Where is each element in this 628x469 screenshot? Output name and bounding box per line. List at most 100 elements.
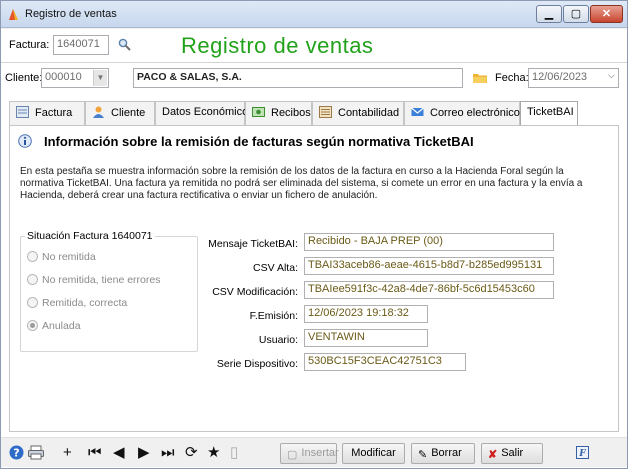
info-description: En esta pestaña se muestra información s… [20,166,583,201]
maximize-icon: ▢ [570,8,582,20]
radio-circle [27,297,38,308]
function-key-icon[interactable]: F [576,446,589,459]
csv-alta-field[interactable]: TBAI33aceb86-aeae-4615-b8d7-b285ed995131 [304,257,554,275]
tab-label: Correo electrónico [430,107,520,119]
tab-label: Recibos [271,107,311,119]
app-logo-icon [9,9,18,20]
svg-text:?: ? [13,447,19,460]
chevron-down-icon[interactable]: ⌵ [608,70,615,81]
factura-input[interactable]: 1640071 [53,35,109,55]
csv-modificacion-label: CSV Modificación: [212,286,298,298]
document-icon: ▢ [287,449,298,461]
modificar-label: Modificar [351,447,396,459]
folder-icon[interactable] [473,72,487,84]
chevron-down-icon[interactable]: ▼ [93,70,107,86]
tab-contabilidad[interactable]: Contabilidad [312,101,404,125]
eraser-icon: ✎ [418,449,428,461]
info-icon [18,134,32,148]
tab-cliente[interactable]: Cliente [85,101,155,125]
salir-label: Salir [501,447,524,459]
cliente-label: Cliente: [5,72,43,84]
bookmark-icon[interactable]: ▯ [230,445,238,461]
csv-modificacion-field[interactable]: TBAIee591f3c-42a8-4de7-86bf-5c6d15453c60 [304,281,554,299]
next-record-icon[interactable]: ▶ [138,445,150,461]
search-icon[interactable] [118,38,131,51]
favorite-star-icon[interactable]: ★ [207,445,220,461]
radio-remitida-correcta[interactable]: Remitida, correcta [27,297,127,309]
receipt-icon [252,107,265,117]
mensaje-field[interactable]: Recibido - BAJA PREP (00) [304,233,554,251]
situacion-group: Situación Factura 1640071 No remitida No… [20,230,198,352]
ticketbai-panel: Información sobre la remisión de factura… [9,125,619,432]
invoice-icon [16,106,29,118]
mensaje-label: Mensaje TicketBAI: [208,238,298,250]
borrar-label: Borrar [431,447,462,459]
radio-no-remitida[interactable]: No remitida [27,251,96,263]
maximize-button[interactable]: ▢ [563,5,589,23]
tab-correo-electronico[interactable]: Correo electrónico [404,101,520,125]
cliente-code-value: 000010 [45,71,82,83]
cliente-code-select[interactable]: 000010 ▼ [41,68,109,88]
info-heading: Información sobre la remisión de factura… [18,134,474,149]
serie-dispositivo-label: Serie Dispositivo: [216,358,298,370]
radio-label: No remitida [42,251,96,263]
radio-label: Anulada [42,320,81,332]
refresh-icon[interactable]: ⟳ [185,445,198,461]
borrar-button[interactable]: ✎ Borrar [411,443,475,464]
app-window: Registro de ventas ▁ ▢ ✕ Factura: 164007… [0,0,628,469]
help-icon[interactable]: ? [9,445,24,460]
modificar-button[interactable]: Modificar [342,443,405,464]
exit-x-icon: ✘ [488,449,498,461]
csv-alta-label: CSV Alta: [253,262,298,274]
tab-label: TicketBAI [527,106,574,118]
ledger-icon [319,106,332,118]
tab-ticketbai[interactable]: TicketBAI [520,101,578,126]
tab-label: Contabilidad [338,107,400,119]
radio-no-remitida-errores[interactable]: No remitida, tiene errores [27,274,160,286]
first-record-icon[interactable]: ⏮ [88,445,102,461]
fecha-value: 12/06/2023 [532,71,588,83]
situacion-legend: Situación Factura 1640071 [25,230,155,242]
radio-label: No remitida, tiene errores [42,274,161,286]
serie-dispositivo-field[interactable]: 530BC15F3CEAC42751C3 [304,353,466,371]
tab-datos-economicos[interactable]: Datos Económicos [155,101,254,125]
page-title: Registro de ventas [181,33,374,58]
factura-label: Factura: [9,39,50,51]
window-title: Registro de ventas [25,8,117,20]
tab-label: Datos Económicos [162,106,254,118]
tab-recibos[interactable]: Recibos [245,101,312,125]
f-emision-field[interactable]: 12/06/2023 19:18:32 [304,305,428,323]
minimize-icon: ▁ [544,8,554,20]
bottom-toolbar: ? + ⏮ ◀ ▶ ⏭ ⟳ ★ ▯ ▢ Insertar Modificar ✎ B… [1,437,627,467]
close-button[interactable]: ✕ [590,5,623,23]
previous-record-icon[interactable]: ◀ [113,445,125,461]
main-content: Factura: 1640071 Registro de ventas Clie… [1,29,627,468]
print-icon[interactable] [28,445,44,460]
salir-button[interactable]: ✘ Salir [481,443,543,464]
title-bar[interactable]: Registro de ventas ▁ ▢ ✕ [1,1,627,28]
usuario-field[interactable]: VENTAWIN [304,329,428,347]
add-icon[interactable]: + [63,445,72,461]
user-icon [93,106,104,118]
radio-circle [27,251,38,262]
insertar-label: Insertar [301,447,339,459]
tab-label: Cliente [111,107,146,119]
close-icon: ✕ [601,8,612,20]
header-divider [1,62,627,63]
fecha-label: Fecha: [495,72,529,84]
svg-text:F: F [578,449,586,459]
radio-anulada[interactable]: Anulada [27,320,81,332]
radio-circle-selected [27,320,38,331]
last-record-icon[interactable]: ⏭ [161,445,175,461]
info-heading-text: Información sobre la remisión de factura… [44,134,474,149]
minimize-button[interactable]: ▁ [536,5,562,23]
fecha-picker[interactable]: 12/06/2023 ⌵ [528,68,619,88]
radio-label: Remitida, correcta [42,297,128,309]
usuario-label: Usuario: [258,334,298,346]
cliente-name-field[interactable]: PACO & SALAS, S.A. [133,68,463,88]
mail-icon [411,107,424,116]
tab-factura[interactable]: Factura [9,101,85,125]
insertar-button[interactable]: ▢ Insertar [280,443,339,464]
radio-circle [27,274,38,285]
f-emision-label: F.Emisión: [249,310,298,322]
